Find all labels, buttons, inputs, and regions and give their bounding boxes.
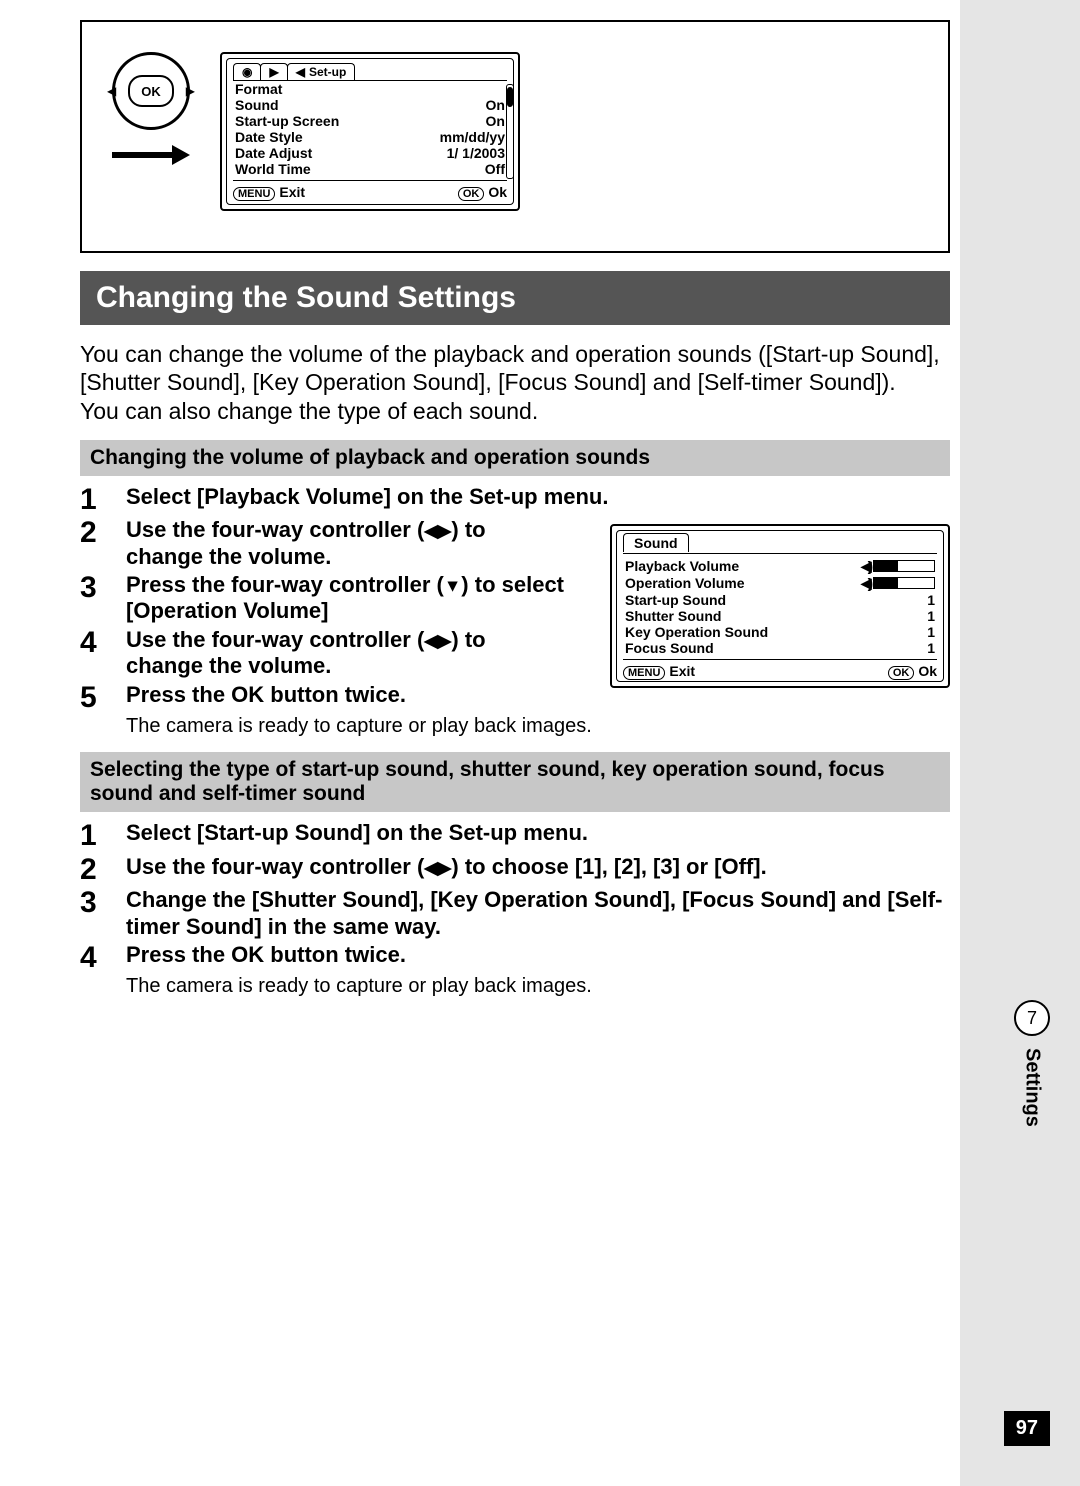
lcd-row-dateadjust: Date Adjust [235,145,312,161]
step1-4: Use the four-way controller (◀▶) to chan… [126,627,566,680]
srow-operation: Operation Volume [625,575,745,591]
chapter-number: 7 [1014,1000,1050,1036]
setup-menu-illustration: ◀ OK ▶ ◉ ▶ ◀ Set-up Format SoundOn [80,20,950,253]
srow-playback: Playback Volume [625,558,739,574]
lcd-row-format: Format [235,81,282,97]
lcd-row-startup: Start-up Screen [235,113,339,129]
tab-play-icon: ▶ [260,63,287,80]
speaker-icon: ◀)) [861,558,869,575]
step2-note: The camera is ready to capture or play b… [126,975,950,998]
ok-button-label: OK [458,187,485,201]
step1-2: Use the four-way controller (◀▶) to chan… [126,517,566,570]
sound-lcd: Sound Playback Volume ◀)) Operation Volum… [610,524,950,688]
tab-camera-icon: ◉ [233,63,261,80]
speaker-icon: ◀)) [861,575,869,592]
side-tab: 7 Settings [1014,1000,1050,1127]
srow-focus: Focus Sound [625,640,714,656]
setup-lcd: ◉ ▶ ◀ Set-up Format SoundOn Start-up Scr… [220,52,520,211]
step1-note: The camera is ready to capture or play b… [126,715,950,738]
side-strip [960,0,1080,1486]
lcd-scrollbar [506,84,514,179]
srow-startup: Start-up Sound [625,592,726,608]
ok-button-label: OK [888,666,915,680]
step2-2: Use the four-way controller (◀▶) to choo… [126,854,950,880]
srow-keyop: Key Operation Sound [625,624,768,640]
arrow-right-icon [112,145,190,165]
step1-1: Select [Playback Volume] on the Set-up m… [126,484,950,510]
lcd-row-datestyle: Date Style [235,129,303,145]
step2-1: Select [Start-up Sound] on the Set-up me… [126,820,950,846]
chapter-label: Settings [1021,1048,1044,1127]
menu-button-label: MENU [623,666,665,680]
step2-4: Press the OK button twice. [126,942,950,968]
subsection-type: Selecting the type of start-up sound, sh… [80,752,950,812]
page-number: 97 [1004,1411,1050,1446]
srow-shutter: Shutter Sound [625,608,721,624]
intro-para-1: You can change the volume of the playbac… [80,341,950,396]
ok-label: OK [141,84,161,99]
section-title: Changing the Sound Settings [80,271,950,325]
ok-dial-icon: ◀ OK ▶ [112,52,190,130]
intro-para-2: You can also change the type of each sou… [80,398,950,426]
lcd-row-sound: Sound [235,97,279,113]
tab-setup: ◀ Set-up [287,63,356,80]
menu-button-label: MENU [233,187,275,201]
lcd-row-worldtime: World Time [235,161,311,177]
step1-3: Press the four-way controller (▼) to sel… [126,572,566,625]
subsection-volume: Changing the volume of playback and oper… [80,440,950,476]
step2-3: Change the [Shutter Sound], [Key Operati… [126,887,950,940]
sound-tab: Sound [623,533,689,552]
